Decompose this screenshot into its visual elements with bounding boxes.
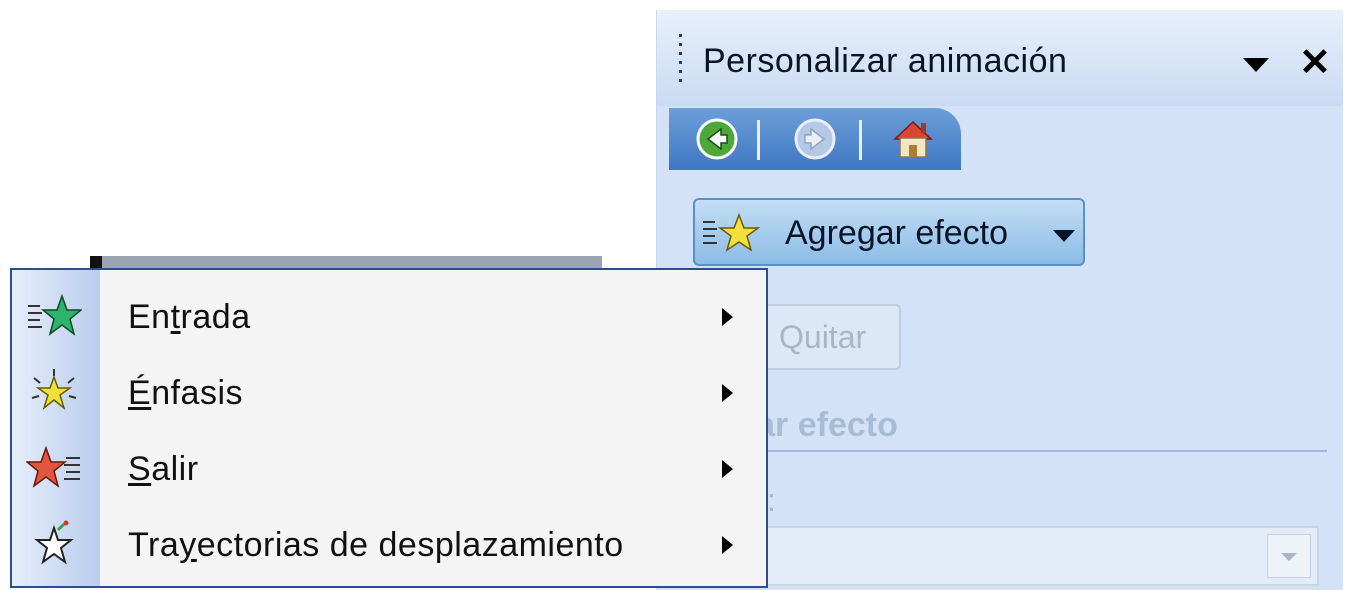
remove-button[interactable]: Quitar — [753, 304, 901, 370]
pane-header: Personalizar animación ✕ — [657, 10, 1343, 106]
pane-menu-dropdown-icon[interactable] — [1243, 58, 1269, 72]
add-effect-star-icon — [703, 212, 761, 252]
submenu-arrow-icon — [722, 308, 733, 326]
section-divider — [707, 450, 1327, 452]
chevron-down-icon — [1281, 553, 1297, 561]
start-dropdown[interactable] — [707, 526, 1319, 586]
submenu-arrow-icon — [722, 384, 733, 402]
add-effect-menu: Entrada Énfasis Salir Trayectorias de de… — [10, 268, 768, 588]
pane-navigation-bar — [669, 108, 961, 170]
start-label: : — [767, 482, 776, 518]
menu-item-label: Trayectorias de desplazamiento — [128, 526, 624, 564]
chevron-down-icon — [1053, 230, 1075, 242]
remove-label: Quitar — [779, 319, 867, 355]
menu-item-label: Entrada — [128, 298, 251, 336]
forward-arrow-icon[interactable] — [793, 117, 837, 161]
entrance-star-icon — [28, 293, 82, 336]
nav-separator — [859, 120, 862, 160]
home-icon[interactable] — [891, 117, 935, 161]
add-effect-label: Agregar efecto — [785, 214, 1009, 252]
menu-item-emphasis[interactable]: Énfasis — [12, 354, 766, 430]
nav-separator — [757, 120, 760, 160]
back-arrow-icon[interactable] — [695, 117, 739, 161]
submenu-arrow-icon — [722, 536, 733, 554]
exit-star-icon — [26, 445, 80, 488]
submenu-arrow-icon — [722, 460, 733, 478]
menu-item-exit[interactable]: Salir — [12, 430, 766, 506]
add-effect-button[interactable]: Agregar efecto — [693, 198, 1085, 266]
close-icon[interactable]: ✕ — [1299, 44, 1331, 82]
menu-item-label: Salir — [128, 450, 199, 488]
menu-item-label: Énfasis — [128, 374, 244, 412]
motion-path-star-icon — [34, 520, 74, 565]
emphasis-star-icon — [31, 369, 77, 411]
pane-grip-handle[interactable] — [679, 34, 683, 94]
menu-item-entrance[interactable]: Entrada — [12, 278, 766, 354]
menu-item-motion-paths[interactable]: Trayectorias de desplazamiento — [12, 506, 766, 582]
pane-title: Personalizar animación — [703, 42, 1068, 80]
dropdown-button[interactable] — [1267, 534, 1311, 578]
